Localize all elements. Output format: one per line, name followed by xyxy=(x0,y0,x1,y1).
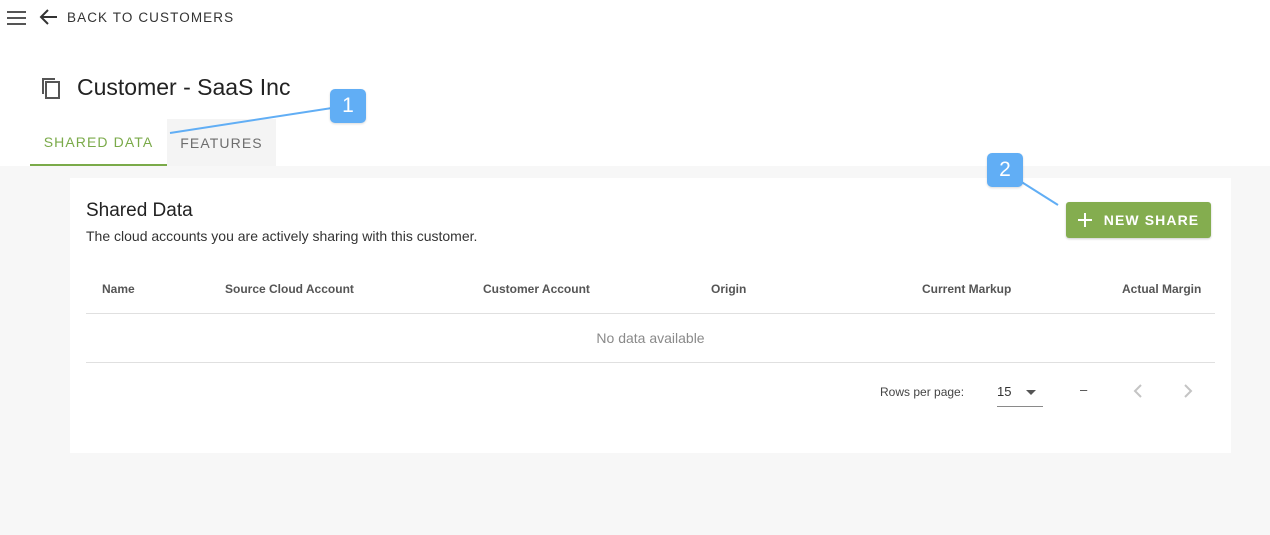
callout-badge-1: 1 xyxy=(330,89,366,123)
rows-per-page-label: Rows per page: xyxy=(880,385,965,399)
rows-per-page-value: 15 xyxy=(997,384,1012,399)
table-header: Name Source Cloud Account Customer Accou… xyxy=(86,266,1215,314)
column-header-source-cloud-account[interactable]: Source Cloud Account xyxy=(225,282,354,296)
chevron-left-icon[interactable] xyxy=(1130,382,1146,400)
column-header-customer-account[interactable]: Customer Account xyxy=(483,282,590,296)
rows-per-page-select[interactable]: 15 xyxy=(997,380,1043,407)
chevron-right-icon[interactable] xyxy=(1180,382,1196,400)
callout-badge-2: 2 xyxy=(987,153,1023,187)
arrow-left-icon xyxy=(39,9,57,25)
page-range: – xyxy=(1080,382,1088,397)
new-share-button[interactable]: NEW SHARE xyxy=(1066,202,1211,238)
menu-icon[interactable] xyxy=(7,11,26,25)
shared-data-card: Shared Data The cloud accounts you are a… xyxy=(70,178,1231,453)
column-header-actual-margin[interactable]: Actual Margin xyxy=(1122,282,1201,296)
column-header-origin[interactable]: Origin xyxy=(711,282,746,296)
tab-bar: SHARED DATA FEATURES xyxy=(30,119,276,166)
empty-state: No data available xyxy=(86,314,1215,363)
card-title: Shared Data xyxy=(86,200,193,221)
tab-shared-data[interactable]: SHARED DATA xyxy=(30,119,167,166)
back-label: BACK TO CUSTOMERS xyxy=(67,9,235,25)
column-header-current-markup[interactable]: Current Markup xyxy=(922,282,1011,296)
tab-features[interactable]: FEATURES xyxy=(167,119,276,166)
plus-icon xyxy=(1077,213,1092,227)
column-header-name[interactable]: Name xyxy=(102,282,135,296)
page-header: Customer - SaaS Inc xyxy=(40,74,290,101)
new-share-label: NEW SHARE xyxy=(1103,212,1200,228)
copy-icon xyxy=(42,77,60,99)
caret-down-icon xyxy=(1026,390,1036,395)
page-title: Customer - SaaS Inc xyxy=(77,74,291,100)
card-subtitle: The cloud accounts you are actively shar… xyxy=(86,228,478,244)
back-to-customers-link[interactable]: BACK TO CUSTOMERS xyxy=(39,8,234,26)
